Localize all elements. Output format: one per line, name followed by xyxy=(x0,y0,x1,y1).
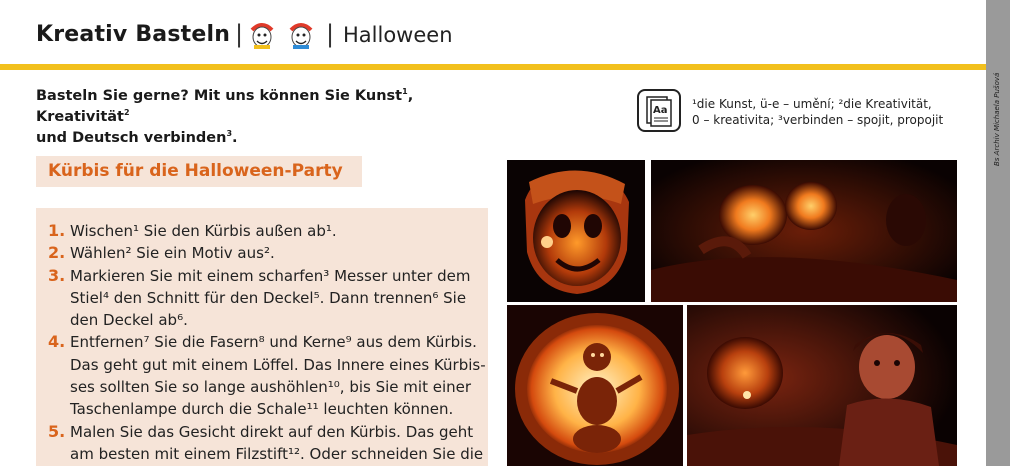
step-line: Markieren Sie mit einem scharfen³ Messer… xyxy=(70,266,471,285)
title-separator: | xyxy=(326,20,335,48)
header-rule xyxy=(0,64,986,70)
step-number: 1. xyxy=(48,221,66,240)
list-item: 4. Entfernen⁷ Sie die Fasern⁸ und Kerne⁹… xyxy=(48,331,488,420)
step-line: Stiel⁴ den Schnitt für den Deckel⁵. Dann… xyxy=(70,288,467,307)
intro-part: und Deutsch verbinden xyxy=(36,130,227,146)
step-line: Entfernen⁷ Sie die Fasern⁸ und Kerne⁹ au… xyxy=(70,333,477,352)
footnote-mark: 2 xyxy=(123,108,130,117)
intro-part: Basteln Sie gerne? Mit uns können Sie Ku… xyxy=(36,88,403,104)
glossary-icon: Aa xyxy=(637,89,681,132)
step-line: am besten mit einem Filzstift¹². Oder sc… xyxy=(70,444,484,463)
step-number: 5. xyxy=(48,421,66,441)
step-line: den Deckel ab⁶. xyxy=(70,311,188,330)
step-number: 2. xyxy=(48,243,66,263)
section-heading: Kürbis für die Halloween-Party xyxy=(36,156,362,187)
glossary: ¹die Kunst, ü-e – umění; ²die Kreativitä… xyxy=(692,96,972,128)
photo-snowman-pumpkin xyxy=(507,305,683,466)
mascot-icon xyxy=(250,23,274,49)
list-item: 5. Malen Sie das Gesicht direkt auf den … xyxy=(48,421,488,466)
instruction-list: 1. Wischen¹ Sie den Kürbis außen ab¹. 2.… xyxy=(48,220,488,465)
glossary-line: 0 – kreativita; ³verbinden – spojit, pro… xyxy=(692,113,944,127)
step-number: 3. xyxy=(48,265,66,285)
list-item: 1. Wischen¹ Sie den Kürbis außen ab¹. xyxy=(48,220,488,242)
glossary-line: ¹die Kunst, ü-e – umění; ²die Kreativitä… xyxy=(692,97,932,111)
step-line: Wischen¹ Sie den Kürbis außen ab¹. xyxy=(70,222,337,240)
mascot-icon xyxy=(289,23,313,49)
intro-part: . xyxy=(232,130,238,146)
photo-credit: Bs Archiv Michaela Pušová xyxy=(993,72,1001,166)
step-line: Malen Sie das Gesicht direkt auf den Kür… xyxy=(70,422,474,441)
photo-pumpkin-dog xyxy=(507,160,645,302)
photo-child-pumpkin xyxy=(687,305,957,466)
photo-pumpkins-table xyxy=(651,160,957,302)
list-item: 2. Wählen² Sie ein Motiv aus². xyxy=(48,242,488,264)
section-title: Halloween xyxy=(343,23,453,47)
step-line: Das geht gut mit einem Löffel. Das Inner… xyxy=(70,355,486,374)
glossary-icon-text: Aa xyxy=(653,105,668,116)
list-item: 3. Markieren Sie mit einem scharfen³ Mes… xyxy=(48,265,488,332)
step-line: Wählen² Sie ein Motiv aus². xyxy=(70,244,275,263)
step-line: ses sollten Sie so lange aushöhlen¹⁰, bi… xyxy=(70,378,472,397)
magazine-title: Kreativ Basteln xyxy=(36,22,231,47)
intro-text: Basteln Sie gerne? Mit uns können Sie Ku… xyxy=(36,86,506,149)
step-number: 4. xyxy=(48,332,66,352)
title-separator: | xyxy=(235,20,244,48)
step-line: Taschenlampe durch die Schale¹¹ leuchten… xyxy=(70,400,454,419)
page-header: Kreativ Basteln | | Halloween xyxy=(0,0,986,66)
